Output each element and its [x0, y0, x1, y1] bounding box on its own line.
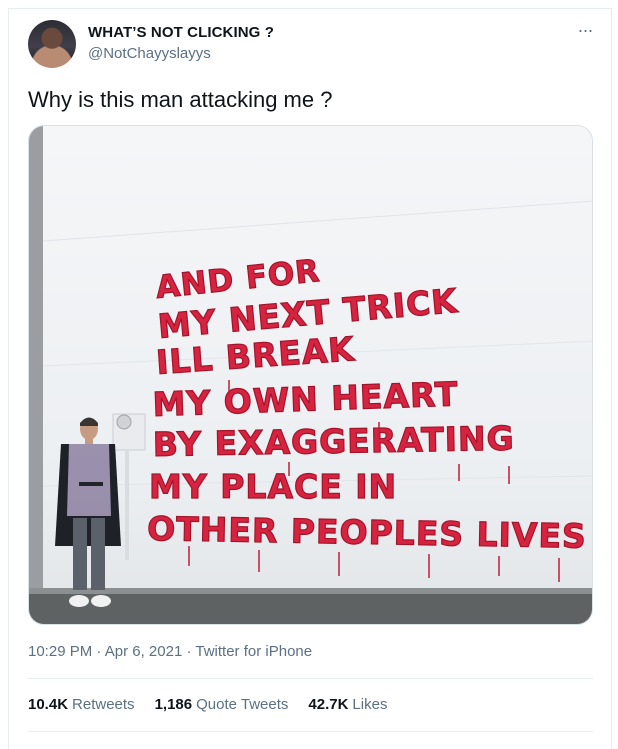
user-handle[interactable]: @NotChayyslayys	[88, 45, 211, 62]
balloon-line: MY PLACE IN	[149, 467, 397, 506]
timestamp-separator: ·	[96, 643, 102, 660]
retweets-label: Retweets	[72, 696, 135, 713]
divider	[28, 731, 593, 732]
retweets-stat[interactable]: 10.4K Retweets	[28, 696, 135, 713]
retweets-count: 10.4K	[28, 696, 69, 713]
photo-scene: AND FOR MY NEXT TRICK ILL BREAK MY OWN H…	[29, 126, 592, 624]
tweet-text: Why is this man attacking me ?	[28, 87, 333, 112]
tweet-photo[interactable]: AND FOR MY NEXT TRICK ILL BREAK MY OWN H…	[28, 125, 593, 625]
tweet-time[interactable]: 10:29 PM	[28, 643, 92, 660]
quote-tweets-count: 1,186	[154, 696, 193, 713]
quote-tweets-stat[interactable]: 1,186 Quote Tweets	[155, 696, 289, 713]
likes-count: 42.7K	[308, 696, 349, 713]
more-options-icon[interactable]: ···	[574, 21, 596, 44]
timestamp-separator: ·	[186, 643, 192, 660]
sidewalk	[29, 592, 592, 624]
tweet-source[interactable]: Twitter for iPhone	[195, 643, 312, 660]
avatar[interactable]	[28, 20, 76, 68]
wall-edge	[29, 126, 43, 596]
balloon-line: BY EXAGGERATING	[152, 419, 514, 464]
likes-label: Likes	[352, 696, 388, 713]
tweet-date[interactable]: Apr 6, 2021	[105, 643, 183, 660]
display-name[interactable]: WHAT’S NOT CLICKING ?	[88, 24, 274, 41]
likes-stat[interactable]: 42.7K Likes	[308, 696, 387, 713]
divider	[28, 678, 593, 679]
tweet-timestamp[interactable]: 10:29 PM · Apr 6, 2021 · Twitter for iPh…	[28, 643, 312, 660]
balloon-line: OTHER PEOPLES LIVES	[147, 509, 587, 556]
quote-tweets-label: Quote Tweets	[196, 696, 289, 713]
engagement-stats: 10.4K Retweets 1,186 Quote Tweets 42.7K Lik…	[28, 696, 387, 713]
